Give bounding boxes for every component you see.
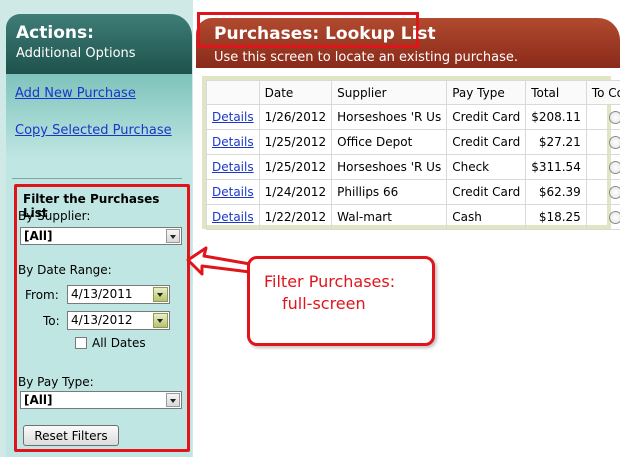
row-date: 1/24/2012 (258, 179, 333, 205)
sidebar-divider (12, 178, 182, 179)
table-header-row: Date Supplier Pay Type Total To Copy (206, 80, 620, 105)
row-supplier: Phillips 66 (331, 179, 448, 205)
calendar-dropdown-icon[interactable] (153, 287, 168, 302)
pay-type-select-value: [All] (24, 393, 53, 407)
from-date-input[interactable]: 4/13/2011 (67, 285, 170, 304)
row-date: 1/26/2012 (258, 104, 333, 130)
table-row: Details 1/24/2012 Phillips 66 Credit Car… (206, 179, 620, 205)
pay-type-label: By Pay Type: (18, 375, 94, 389)
to-date-input[interactable]: 4/13/2012 (67, 311, 170, 330)
table-row: Details 1/22/2012 Wal-mart Cash $18.25 (206, 204, 620, 230)
purchases-table-container: Date Supplier Pay Type Total To Copy Det… (202, 76, 620, 230)
row-pay-type: Cash (446, 204, 527, 230)
row-to-copy (585, 204, 620, 230)
row-supplier: Wal-mart (331, 204, 448, 230)
row-to-copy (585, 129, 620, 155)
row-total: $311.54 (525, 154, 587, 180)
details-link[interactable]: Details (206, 154, 260, 180)
table-row: Details 1/25/2012 Office Depot Credit Ca… (206, 129, 620, 155)
sidebar-header: Actions: Additional Options (6, 14, 192, 74)
row-date: 1/25/2012 (258, 129, 333, 155)
row-pay-type: Credit Card (446, 129, 527, 155)
pay-type-select[interactable]: [All] (20, 391, 182, 409)
to-label: To: (43, 314, 60, 328)
row-supplier: Office Depot (331, 129, 448, 155)
all-dates-label: All Dates (92, 336, 146, 350)
sidebar-title: Actions: (16, 23, 94, 43)
callout-text-line1: Filter Purchases: (264, 272, 396, 291)
from-label: From: (25, 288, 59, 302)
column-header-to-copy: To Copy (585, 80, 620, 105)
row-total: $18.25 (525, 204, 587, 230)
details-link[interactable]: Details (206, 179, 260, 205)
sidebar: Actions: Additional Options Add New Purc… (0, 0, 193, 457)
reset-filters-button[interactable]: Reset Filters (23, 425, 119, 446)
row-date: 1/25/2012 (258, 154, 333, 180)
chevron-down-icon[interactable] (166, 229, 180, 243)
row-total: $62.39 (525, 179, 587, 205)
row-supplier: Horseshoes 'R Us (331, 104, 448, 130)
copy-selected-purchase-link[interactable]: Copy Selected Purchase (15, 123, 172, 138)
row-pay-type: Credit Card (446, 179, 527, 205)
column-header-supplier: Supplier (331, 80, 448, 105)
sidebar-subtitle: Additional Options (16, 46, 136, 61)
row-total: $27.21 (525, 129, 587, 155)
supplier-select[interactable]: [All] (20, 227, 182, 245)
to-copy-radio[interactable] (608, 111, 620, 124)
callout-text-line2: full-screen (282, 294, 366, 313)
column-header-pay-type: Pay Type (446, 80, 527, 105)
column-header-action (206, 80, 260, 105)
calendar-dropdown-icon[interactable] (153, 313, 168, 328)
row-to-copy (585, 154, 620, 180)
row-to-copy (585, 179, 620, 205)
column-header-date: Date (258, 80, 333, 105)
row-pay-type: Check (446, 154, 527, 180)
to-date-value: 4/13/2012 (71, 313, 133, 327)
row-pay-type: Credit Card (446, 104, 527, 130)
purchases-table: Date Supplier Pay Type Total To Copy Det… (206, 80, 620, 230)
supplier-label: By Supplier: (18, 209, 91, 223)
date-range-label: By Date Range: (18, 263, 112, 277)
from-date-value: 4/13/2011 (71, 287, 133, 301)
to-copy-radio[interactable] (608, 136, 620, 149)
filter-panel: Filter the Purchases List By Supplier: [… (14, 184, 190, 452)
details-link[interactable]: Details (206, 129, 260, 155)
page-subtitle: Use this screen to locate an existing pu… (214, 50, 519, 65)
callout-arrow-icon (186, 246, 252, 276)
column-header-total: Total (525, 80, 587, 105)
to-copy-radio[interactable] (608, 186, 620, 199)
add-new-purchase-link[interactable]: Add New Purchase (15, 86, 136, 101)
table-row: Details 1/25/2012 Horseshoes 'R Us Check… (206, 154, 620, 180)
row-to-copy (585, 104, 620, 130)
page-title: Purchases: Lookup List (214, 24, 436, 44)
to-copy-radio[interactable] (608, 161, 620, 174)
supplier-select-value: [All] (24, 229, 53, 243)
details-link[interactable]: Details (206, 104, 260, 130)
row-total: $208.11 (525, 104, 587, 130)
sidebar-body: Add New Purchase Copy Selected Purchase … (6, 74, 192, 457)
table-row: Details 1/26/2012 Horseshoes 'R Us Credi… (206, 104, 620, 130)
row-date: 1/22/2012 (258, 204, 333, 230)
to-copy-radio[interactable] (608, 211, 620, 224)
all-dates-checkbox[interactable] (75, 337, 87, 349)
chevron-down-icon[interactable] (166, 393, 180, 407)
row-supplier: Horseshoes 'R Us (331, 154, 448, 180)
details-link[interactable]: Details (206, 204, 260, 230)
